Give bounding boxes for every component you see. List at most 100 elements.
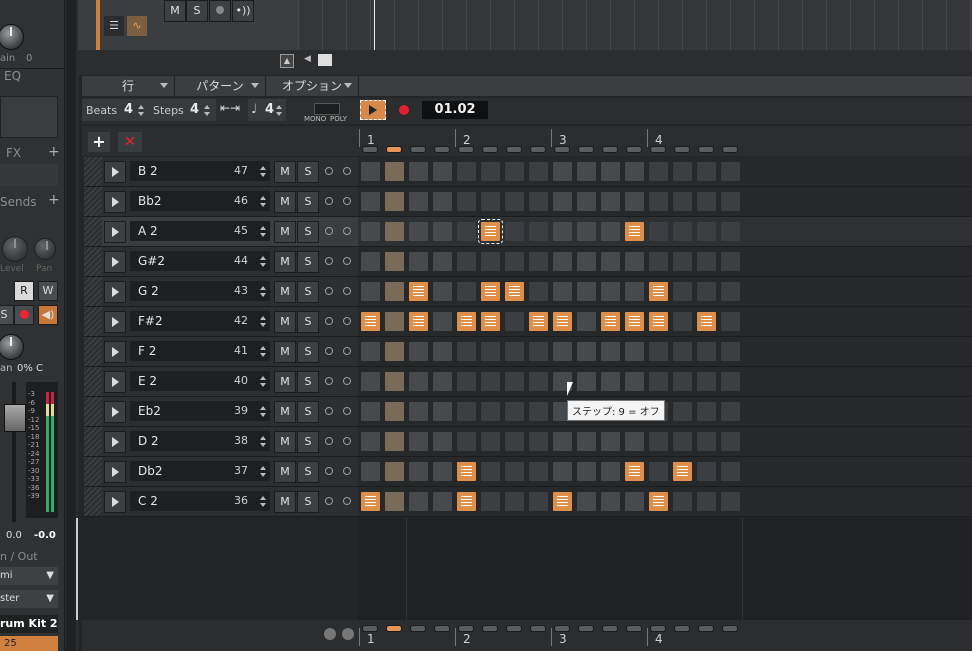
step-cell[interactable] [385, 252, 404, 271]
options-menu[interactable]: オプション [266, 76, 359, 96]
step-cell[interactable] [409, 342, 428, 361]
row-option-dot[interactable] [343, 257, 351, 265]
step-cell[interactable] [385, 192, 404, 211]
step-cell[interactable] [697, 252, 716, 271]
step-cell[interactable] [505, 312, 524, 331]
row-note-name[interactable]: E 2 40 [130, 371, 270, 391]
step-cell[interactable] [529, 402, 548, 421]
step-cell[interactable] [625, 192, 644, 211]
step-cell[interactable] [649, 372, 668, 391]
step-cell[interactable] [577, 492, 596, 511]
track-echo-button[interactable]: •)) [232, 0, 254, 22]
step-cell[interactable] [721, 162, 740, 181]
step-cell[interactable] [385, 492, 404, 511]
row-note-name[interactable]: F 2 41 [130, 341, 270, 361]
row-option-dot[interactable] [343, 497, 351, 505]
row-drag-handle[interactable] [84, 337, 102, 366]
step-cell[interactable] [553, 462, 572, 481]
step-cell[interactable] [481, 492, 500, 511]
row-drag-handle[interactable] [84, 277, 102, 306]
step-cell[interactable] [697, 492, 716, 511]
step-cell[interactable] [505, 282, 524, 301]
row-note-name[interactable]: D 2 38 [130, 431, 270, 451]
row-option-dot[interactable] [325, 377, 333, 385]
row-option-dot[interactable] [343, 407, 351, 415]
step-cell[interactable] [385, 372, 404, 391]
step-cell[interactable] [481, 312, 500, 331]
step-cell[interactable] [433, 282, 452, 301]
row-option-dot[interactable] [325, 467, 333, 475]
row-option-dot[interactable] [325, 287, 333, 295]
step-cell[interactable] [697, 162, 716, 181]
step-cell[interactable] [697, 462, 716, 481]
step-cell[interactable] [649, 222, 668, 241]
row-preview-button[interactable] [104, 431, 126, 453]
step-cell[interactable] [697, 402, 716, 421]
step-cell[interactable] [361, 252, 380, 271]
step-cell[interactable] [649, 192, 668, 211]
step-cell[interactable] [481, 342, 500, 361]
step-cell[interactable] [625, 222, 644, 241]
step-cell[interactable] [409, 222, 428, 241]
solo-button[interactable]: S [0, 305, 14, 325]
row-option-dot[interactable] [343, 287, 351, 295]
step-cell[interactable] [577, 192, 596, 211]
step-cell[interactable] [673, 432, 692, 451]
step-cell[interactable] [721, 372, 740, 391]
row-option-dot[interactable] [343, 347, 351, 355]
row-solo-button[interactable]: S [297, 161, 319, 183]
step-cell[interactable] [481, 282, 500, 301]
row-drag-handle[interactable] [84, 427, 102, 456]
step-cell[interactable] [505, 222, 524, 241]
row-mute-button[interactable]: M [274, 311, 296, 333]
step-cell[interactable] [481, 162, 500, 181]
step-cell[interactable] [409, 492, 428, 511]
row-menu[interactable]: 行 [82, 76, 175, 96]
step-cell[interactable] [721, 492, 740, 511]
input-echo-button[interactable]: ◀) [38, 305, 58, 325]
step-cell[interactable] [625, 432, 644, 451]
step-cell[interactable] [457, 222, 476, 241]
step-cell[interactable] [625, 162, 644, 181]
step-cell[interactable] [505, 372, 524, 391]
step-cell[interactable] [385, 462, 404, 481]
step-cell[interactable] [625, 492, 644, 511]
sequencer-row[interactable]: F 2 41 M S [84, 337, 358, 367]
step-cell[interactable] [505, 342, 524, 361]
row-note-name[interactable]: Db2 37 [130, 461, 270, 481]
step-cell[interactable] [433, 192, 452, 211]
step-cell[interactable] [577, 282, 596, 301]
row-solo-button[interactable]: S [297, 401, 319, 423]
step-cell[interactable] [529, 462, 548, 481]
clip-timeline[interactable] [298, 0, 972, 52]
track-arm-button[interactable] [209, 0, 231, 22]
step-cell[interactable] [673, 462, 692, 481]
row-drag-handle[interactable] [84, 487, 102, 516]
step-cell[interactable] [601, 492, 620, 511]
read-automation-button[interactable]: R [14, 281, 34, 301]
step-cell[interactable] [673, 342, 692, 361]
step-cell[interactable] [433, 432, 452, 451]
row-option-dot[interactable] [325, 167, 333, 175]
row-option-dot[interactable] [325, 347, 333, 355]
step-cell[interactable] [505, 462, 524, 481]
row-preview-button[interactable] [104, 251, 126, 273]
row-preview-button[interactable] [104, 401, 126, 423]
step-cell[interactable] [649, 162, 668, 181]
step-cell[interactable] [481, 402, 500, 421]
step-cell[interactable] [553, 222, 572, 241]
row-drag-handle[interactable] [84, 247, 102, 276]
row-mute-button[interactable]: M [274, 431, 296, 453]
step-cell[interactable] [409, 462, 428, 481]
step-cell[interactable] [529, 492, 548, 511]
row-preview-button[interactable] [104, 281, 126, 303]
step-cell[interactable] [409, 252, 428, 271]
sequencer-row[interactable]: Eb2 39 M S [84, 397, 358, 427]
step-cell[interactable] [505, 432, 524, 451]
step-cell[interactable] [481, 192, 500, 211]
send-level-knob[interactable] [2, 236, 28, 262]
step-cell[interactable] [601, 432, 620, 451]
row-preview-button[interactable] [104, 221, 126, 243]
row-drag-handle[interactable] [84, 367, 102, 396]
step-cell[interactable] [625, 462, 644, 481]
